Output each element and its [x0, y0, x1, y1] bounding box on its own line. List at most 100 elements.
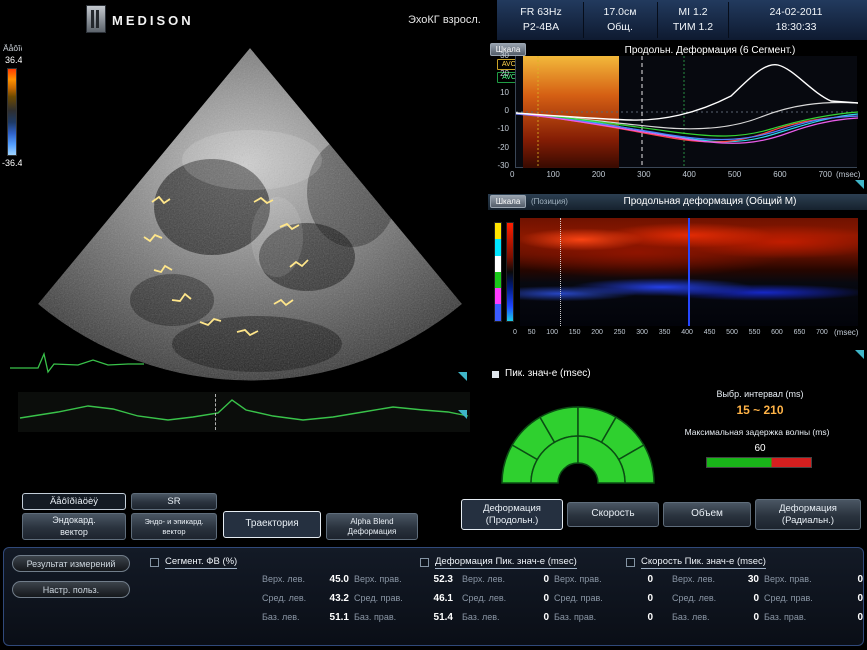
- x-tick: 100: [546, 329, 558, 336]
- mmode-time-cursor[interactable]: [688, 218, 690, 326]
- strain-colorbar: [7, 68, 17, 156]
- strain-graph-title: Продольн. Деформация (6 Сегмент.): [560, 45, 860, 56]
- endo-epi-line2: вектор: [162, 527, 185, 536]
- row-label: Верх. прав.: [354, 574, 412, 585]
- stat-datetime: 24-02-2011 18:30:33: [731, 4, 861, 36]
- group-velocity-table: Верх. лев. 30 Верх. прав. 0 Сред. лев. 0…: [672, 574, 863, 623]
- bullseye-segment-map: [498, 383, 658, 487]
- medison-logo-icon: [86, 5, 106, 33]
- x-tick: 0: [510, 170, 514, 179]
- row-label: Сред. прав.: [764, 593, 822, 604]
- corner-marker[interactable]: [458, 410, 467, 419]
- y-tick: 0: [505, 106, 509, 115]
- deformation-peak-checkbox[interactable]: [420, 558, 429, 567]
- x-tick: 700: [819, 170, 832, 179]
- sr-mode-label: SR: [167, 496, 180, 508]
- volume-button[interactable]: Объем: [663, 502, 751, 527]
- row-value: 43.2: [315, 593, 349, 604]
- row-label: Сред. лев.: [262, 593, 310, 604]
- trajectory-button[interactable]: Траектория: [223, 511, 321, 538]
- result-button-label: Результат измерений: [27, 559, 116, 569]
- row-label: Баз. лев.: [262, 612, 310, 623]
- row-value: 0: [827, 574, 863, 585]
- header-divider: [728, 2, 729, 38]
- settings-button-label: Настр. польз.: [43, 585, 99, 595]
- row-value: 30: [725, 574, 759, 585]
- group-velocity-header: Скорость Пик. знач-е (msec): [626, 556, 766, 569]
- sr-mode-button[interactable]: SR: [131, 493, 217, 510]
- row-label: Сред. лев.: [462, 593, 510, 604]
- x-tick: 500: [728, 170, 741, 179]
- strain-y-axis: 30 20 10 0 -10 -20 -30: [487, 51, 511, 170]
- header-divider: [583, 2, 584, 38]
- x-tick: 400: [683, 170, 696, 179]
- user-settings-button[interactable]: Настр. польз.: [12, 581, 130, 598]
- row-value: 0: [617, 574, 653, 585]
- row-value: 46.1: [417, 593, 453, 604]
- row-label: Верх. прав.: [554, 574, 612, 585]
- strain-x-axis: 0 100 200 300 400 500 600 700: [510, 170, 832, 179]
- row-value: 0: [725, 612, 759, 623]
- row-label: Сред. лев.: [672, 593, 720, 604]
- alpha-blend-button[interactable]: Alpha Blend Деформация: [326, 513, 418, 540]
- interval-value: 15 ~ 210: [660, 403, 860, 417]
- row-label: Верх. прав.: [764, 574, 822, 585]
- deformation-longitudinal-button[interactable]: Деформация (Продольн.): [461, 499, 563, 530]
- x-tick: 500: [726, 329, 738, 336]
- velocity-button[interactable]: Скорость: [567, 502, 659, 527]
- brand-name: MEDISON: [112, 13, 194, 28]
- corner-marker[interactable]: [458, 372, 467, 381]
- scale-button[interactable]: Шкала: [490, 195, 526, 208]
- deform-long-line1: Деформация: [483, 503, 541, 515]
- delay-value: 60: [660, 443, 860, 454]
- velocity-peak-checkbox[interactable]: [626, 558, 635, 567]
- peak-panel-icon: [492, 371, 499, 378]
- stat-probe: P2-4BA: [523, 20, 559, 35]
- y-tick: -30: [497, 161, 509, 170]
- segment-color-legend: [494, 222, 502, 322]
- x-tick: 650: [794, 329, 806, 336]
- mini-ecg-trace: [8, 344, 148, 380]
- row-label: Сред. прав.: [354, 593, 412, 604]
- interval-label: Выбр. интервал (ms): [660, 389, 860, 399]
- row-value: 0: [515, 612, 549, 623]
- endo-epicardial-vector-button[interactable]: Эндо- и эпикард. вектор: [131, 513, 217, 540]
- row-label: Сред. прав.: [554, 593, 612, 604]
- stat-depth: 17.0см Общ.: [586, 4, 654, 36]
- deformation-mode-button[interactable]: Äåôîðìàöèÿ: [22, 493, 126, 510]
- row-label: Верх. лев.: [262, 574, 310, 585]
- x-tick: 700: [816, 329, 828, 336]
- stat-mode: Общ.: [607, 20, 633, 35]
- deform-rad-line1: Деформация: [779, 503, 837, 515]
- delay-color-bar: [706, 457, 812, 468]
- endo-line1: Эндокард.: [52, 515, 95, 526]
- ef-checkbox[interactable]: [150, 558, 159, 567]
- alpha-line2: Деформация: [348, 527, 397, 537]
- group-ef-header: Сегмент. ФВ (%): [150, 556, 237, 569]
- stat-mi: MI 1.2 ТИМ 1.2: [660, 4, 726, 36]
- row-label: Верх. лев.: [462, 574, 510, 585]
- endocardial-vector-button[interactable]: Эндокард. вектор: [22, 513, 126, 540]
- row-value: 52.3: [417, 574, 453, 585]
- corner-marker[interactable]: [855, 350, 864, 359]
- deformation-radial-button[interactable]: Деформация (Радиальн.): [755, 499, 861, 530]
- row-value: 0: [515, 574, 549, 585]
- time-value: 18:30:33: [776, 20, 817, 35]
- measurement-result-button[interactable]: Результат измерений: [12, 555, 130, 572]
- stat-tim-value: ТИМ 1.2: [673, 20, 713, 35]
- row-value: 45.0: [315, 574, 349, 585]
- exam-preset: ЭхоКГ взросл.: [408, 14, 481, 26]
- ecg-cursor[interactable]: [215, 394, 216, 430]
- stat-frequency: FR 63Hz P2-4BA: [502, 4, 580, 36]
- mmode-select-cursor[interactable]: [560, 218, 561, 326]
- mmode-title: Продольная деформация (Общий M): [560, 196, 860, 207]
- row-value: 51.1: [315, 612, 349, 623]
- x-tick: 150: [569, 329, 581, 336]
- x-tick: 100: [546, 170, 559, 179]
- row-value: 0: [827, 612, 863, 623]
- corner-marker[interactable]: [855, 180, 864, 189]
- delay-label: Максимальная задержка волны (ms): [650, 427, 864, 437]
- ultrasound-image-area: [22, 42, 488, 387]
- ecg-waveform: [18, 392, 470, 432]
- trajectory-label: Траектория: [245, 518, 298, 531]
